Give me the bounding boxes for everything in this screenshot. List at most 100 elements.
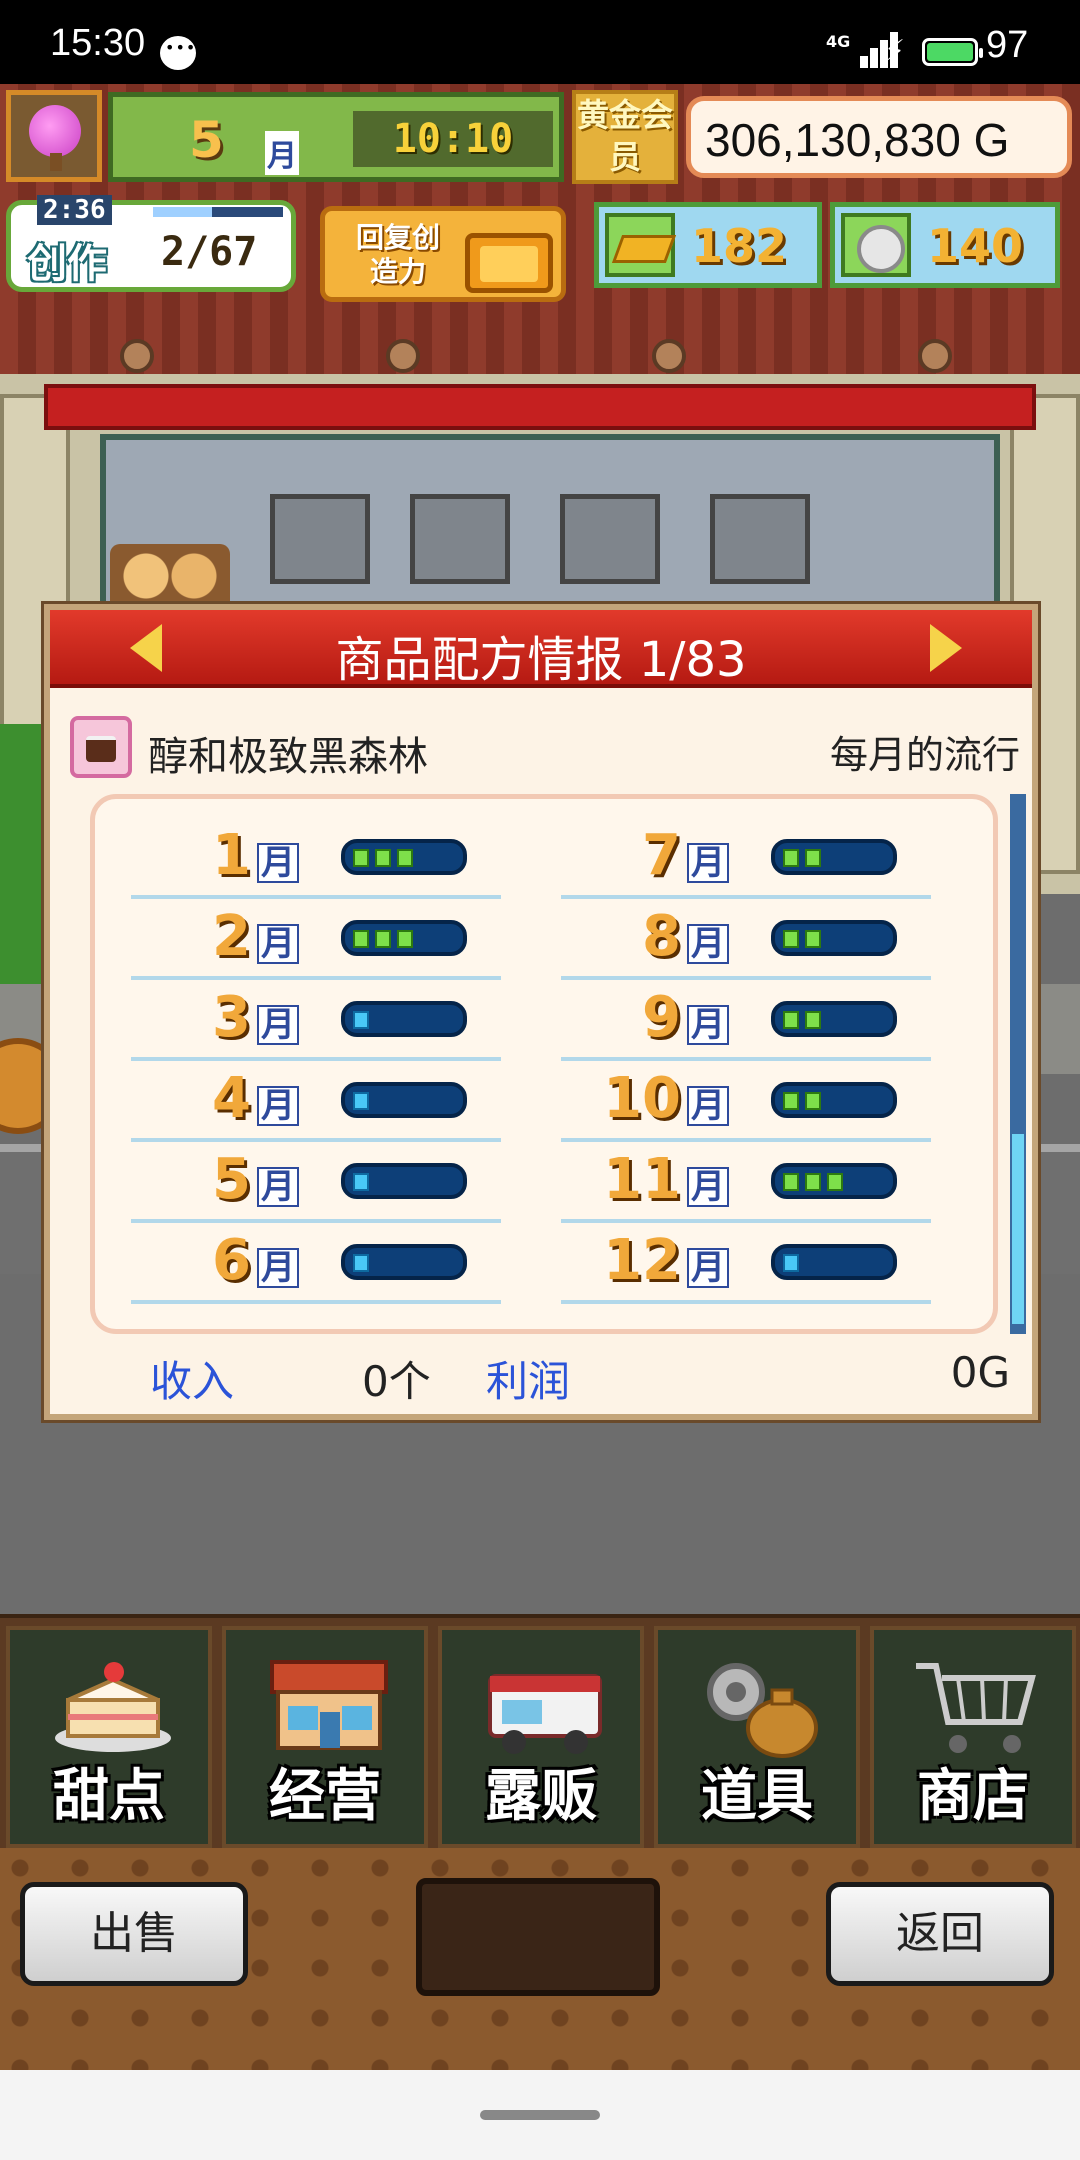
popularity-segment — [783, 930, 799, 948]
month-row: 11 月 — [561, 1143, 931, 1223]
popularity-segment — [783, 849, 799, 867]
gold-bar-count: 182 — [691, 219, 788, 273]
income-row: 收入 0个 利润 0G — [150, 1348, 1010, 1408]
store-icon — [270, 1660, 388, 1750]
popularity-segment — [353, 1254, 369, 1272]
popularity-segment — [783, 1173, 799, 1191]
popularity-bar — [771, 1001, 897, 1037]
popularity-bar — [341, 1082, 467, 1118]
month-row: 9月 — [561, 981, 931, 1061]
popularity-segment — [783, 1092, 799, 1110]
month-row: 4月 — [131, 1062, 501, 1142]
create-label: 创作 — [27, 241, 107, 287]
month-label: 月 — [687, 1167, 729, 1207]
popularity-segment — [375, 849, 391, 867]
popularity-segment — [353, 1011, 369, 1029]
restore-creativity-button[interactable]: 回复创造力 — [320, 206, 566, 302]
popularity-segment — [397, 849, 413, 867]
game-clock: 10:10 — [353, 111, 553, 167]
gold-bar-counter[interactable]: 182 — [594, 202, 822, 288]
lamp — [386, 339, 420, 373]
month-label: 月 — [687, 1248, 729, 1288]
month-row: 5月 — [131, 1143, 501, 1223]
battery-percent: 97 — [986, 24, 1029, 66]
month-number: 11 — [603, 1147, 681, 1212]
cake-product-icon — [70, 716, 132, 778]
cake-icon — [55, 1662, 171, 1752]
month-row: 6月 — [131, 1224, 501, 1304]
nav-items[interactable]: 道具 — [654, 1626, 860, 1848]
gold-member-badge[interactable]: 黄金会员 — [572, 90, 678, 184]
popularity-segment — [805, 930, 821, 948]
current-month: 5 — [189, 111, 224, 169]
coin-icon — [841, 213, 911, 277]
month-label: 月 — [257, 843, 299, 883]
next-arrow-icon[interactable] — [930, 624, 962, 672]
popularity-segment — [353, 849, 369, 867]
popularity-bar — [341, 1001, 467, 1037]
status-bar: 15:30 4G ⚡ 97 — [0, 0, 1080, 84]
home-indicator[interactable] — [480, 2110, 600, 2120]
nav-food-truck[interactable]: 露贩 — [438, 1626, 644, 1848]
back-button[interactable]: 返回 — [826, 1882, 1054, 1986]
popularity-bar — [771, 1163, 897, 1199]
product-name: 醇和极致黑森林 — [148, 734, 428, 780]
nav-label: 甜点 — [53, 1764, 165, 1829]
profit-label: 利润 — [486, 1357, 571, 1406]
month-row: 1月 — [131, 819, 501, 899]
popularity-segment — [805, 1011, 821, 1029]
popularity-segment — [805, 1173, 821, 1191]
month-number: 9 — [642, 985, 681, 1050]
month-number: 1 — [212, 823, 251, 888]
month-number: 2 — [212, 904, 251, 969]
month-label: 月 — [687, 1086, 729, 1126]
create-progress — [153, 207, 283, 217]
oven — [410, 494, 510, 584]
oven — [560, 494, 660, 584]
month-label: 月 — [257, 924, 299, 964]
coin-counter[interactable]: 140 — [830, 202, 1060, 288]
month-label: 月 — [265, 131, 299, 175]
scrollbar-thumb[interactable] — [1012, 1134, 1024, 1324]
popularity-segment — [783, 1011, 799, 1029]
popularity-bar — [771, 1082, 897, 1118]
create-panel[interactable]: 2:36 创作 2/67 — [6, 195, 296, 292]
nav-desserts[interactable]: 甜点 — [6, 1626, 212, 1848]
month-row: 2月 — [131, 900, 501, 980]
dialog-title: 商品配方情报 1/83 — [335, 632, 747, 688]
sell-button[interactable]: 出售 — [20, 1882, 248, 1986]
nav-label: 道具 — [701, 1764, 813, 1829]
money-display: 306,130,830 G — [686, 96, 1072, 178]
status-time: 15:30 — [50, 22, 146, 64]
cart-icon — [916, 1663, 1036, 1753]
month-label: 月 — [687, 843, 729, 883]
dialog-header: 商品配方情报 1/83 — [50, 610, 1032, 688]
action-bar: 出售 返回 — [0, 1848, 1080, 2070]
recipe-info-dialog: 商品配方情报 1/83 醇和极致黑森林 每月的流行 1月2月3月4月5月6月7月… — [44, 604, 1038, 1420]
center-slot — [416, 1878, 660, 1996]
scrollbar[interactable] — [1010, 794, 1026, 1334]
avatar[interactable] — [6, 90, 102, 182]
popularity-segment — [805, 1092, 821, 1110]
lamp — [918, 339, 952, 373]
nav-shop[interactable]: 商店 — [870, 1626, 1076, 1848]
popularity-segment — [397, 930, 413, 948]
food-truck-icon — [488, 1674, 602, 1754]
popularity-segment — [805, 849, 821, 867]
nav-label: 露贩 — [485, 1764, 597, 1829]
popularity-bar — [771, 1244, 897, 1280]
oven — [710, 494, 810, 584]
nav-management[interactable]: 经营 — [222, 1626, 428, 1848]
month-number: 4 — [212, 1066, 251, 1131]
popularity-segment — [353, 1173, 369, 1191]
oven — [270, 494, 370, 584]
month-number: 10 — [603, 1066, 681, 1131]
date-display: 5 月 10:10 — [108, 92, 564, 182]
popularity-segment — [375, 930, 391, 948]
monthly-trend-panel: 1 月 2 月 3 月 4 月 5 月 6 月 7 月 8 月 9 月 10 月 11 月 12 月 — [90, 794, 998, 1334]
month-row: 7月 — [561, 819, 931, 899]
bottom-nav: 甜点 经营 露贩 道具 商店 — [0, 1614, 1080, 1848]
popularity-bar — [341, 920, 467, 956]
message-icon — [160, 36, 196, 70]
profit-value: 0G — [950, 1348, 1010, 1397]
